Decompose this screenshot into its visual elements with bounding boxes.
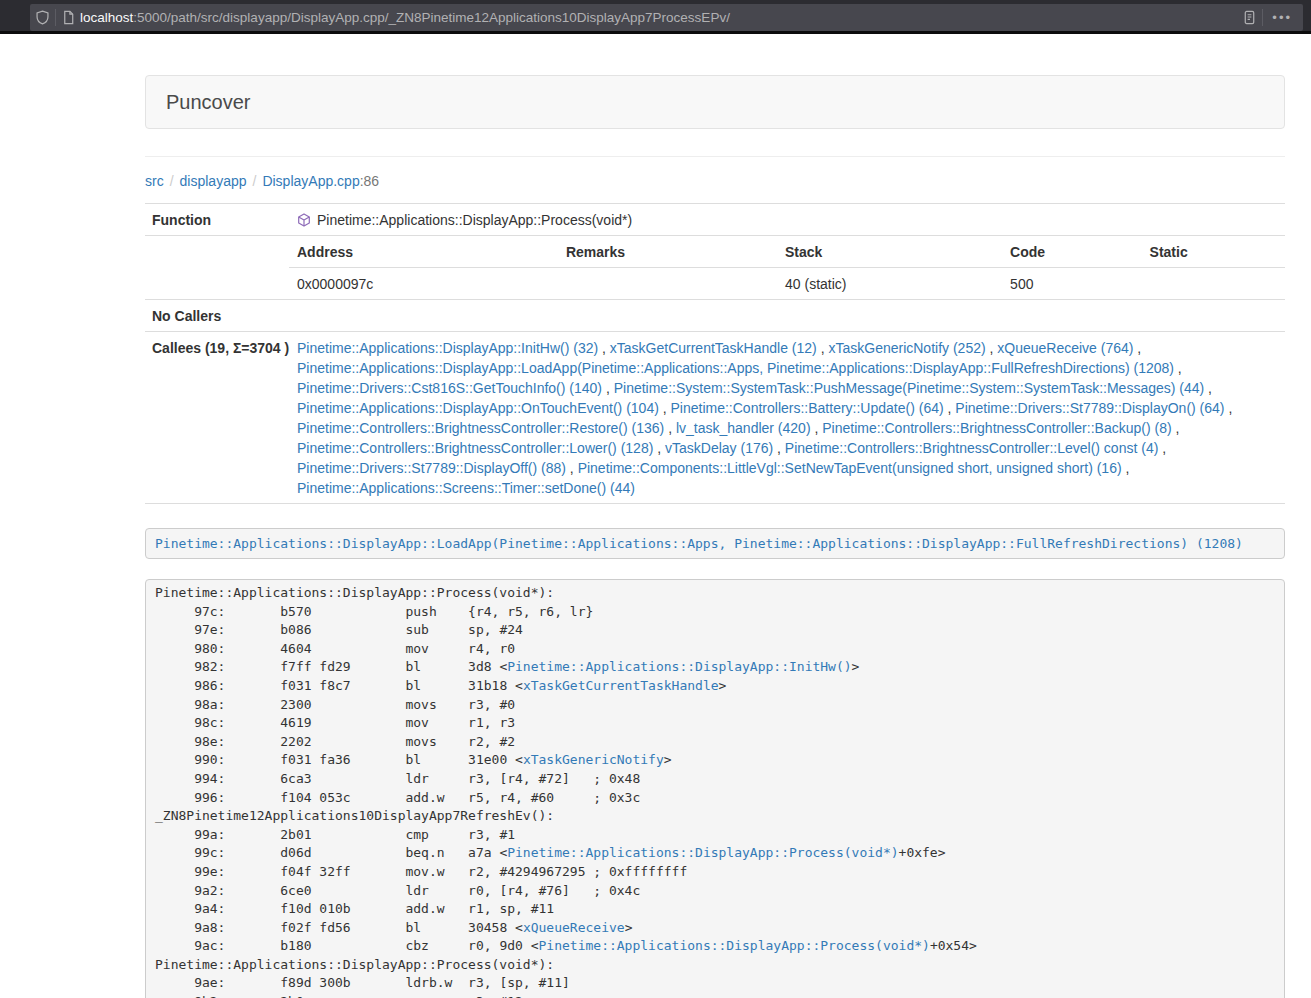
callee-link[interactable]: Pinetime::Drivers::St7789::DisplayOff() … <box>297 460 566 476</box>
function-name: Pinetime::Applications::DisplayApp::Proc… <box>317 212 632 228</box>
app-header-panel: Puncover <box>145 75 1285 129</box>
asm-symbol-link[interactable]: xQueueReceive <box>523 920 625 935</box>
url-path: :5000/path/src/displayapp/DisplayApp.cpp… <box>133 10 730 25</box>
url-text[interactable]: localhost:5000/path/src/displayapp/Displ… <box>80 10 1242 25</box>
callee-link[interactable]: Pinetime::Controllers::BrightnessControl… <box>785 440 1158 456</box>
detail-values-row: 0x0000097c 40 (static) 500 <box>289 268 1285 300</box>
reader-mode-icon[interactable] <box>1242 10 1257 25</box>
urlbar-separator-2 <box>1262 9 1263 26</box>
callee-link[interactable]: xQueueReceive (764) <box>997 340 1133 356</box>
col-stack: Stack <box>777 236 1002 268</box>
page-icon[interactable] <box>61 10 76 25</box>
loadapp-link[interactable]: Pinetime::Applications::DisplayApp::Load… <box>155 536 1243 551</box>
function-table: Function Pinetime::Applications::Display… <box>145 203 1285 504</box>
breadcrumb-file[interactable]: DisplayApp.cpp <box>262 173 359 189</box>
callee-link[interactable]: Pinetime::System::SystemTask::PushMessag… <box>614 380 1205 396</box>
asm-symbol-link[interactable]: xTaskGenericNotify <box>523 752 664 767</box>
function-row: Function Pinetime::Applications::Display… <box>145 204 1285 236</box>
asm-symbol-link[interactable]: Pinetime::Applications::DisplayApp::Proc… <box>539 938 930 953</box>
callee-link[interactable]: Pinetime::Controllers::BrightnessControl… <box>297 420 664 436</box>
disassembly: Pinetime::Applications::DisplayApp::Proc… <box>145 579 1285 998</box>
url-host: localhost <box>80 10 133 25</box>
detail-row: Address Remarks Stack Code Static 0x0000… <box>145 236 1285 300</box>
breadcrumb-displayapp[interactable]: displayapp <box>180 173 247 189</box>
stack-value: 40 (static) <box>777 268 1002 300</box>
callee-link[interactable]: Pinetime::Applications::Screens::Timer::… <box>297 480 635 496</box>
callee-link[interactable]: Pinetime::Drivers::St7789::DisplayOn() (… <box>955 400 1224 416</box>
callees-label: Callees (19, Σ=3704 ) <box>145 332 289 504</box>
col-remarks: Remarks <box>558 236 777 268</box>
breadcrumb-src[interactable]: src <box>145 173 164 189</box>
callee-link[interactable]: xTaskGenericNotify (252) <box>828 340 985 356</box>
callee-link[interactable]: Pinetime::Controllers::BrightnessControl… <box>822 420 1171 436</box>
url-bar[interactable]: localhost:5000/path/src/displayapp/Displ… <box>30 4 1303 31</box>
function-detail-table: Address Remarks Stack Code Static 0x0000… <box>289 236 1285 299</box>
callee-link[interactable]: xTaskGetCurrentTaskHandle (12) <box>610 340 817 356</box>
asm-symbol-link[interactable]: Pinetime::Applications::DisplayApp::Init… <box>507 659 851 674</box>
page-actions-icon[interactable]: ••• <box>1272 10 1292 25</box>
callee-link[interactable]: Pinetime::Controllers::BrightnessControl… <box>297 440 653 456</box>
callees-row: Callees (19, Σ=3704 ) Pinetime::Applicat… <box>145 332 1285 504</box>
address-value: 0x0000097c <box>289 268 558 300</box>
code-value: 500 <box>1002 268 1141 300</box>
callee-link[interactable]: Pinetime::Components::LittleVgl::SetNewT… <box>578 460 1122 476</box>
static-value <box>1142 268 1285 300</box>
shield-icon[interactable] <box>35 10 50 25</box>
asm-symbol-link[interactable]: xTaskGetCurrentTaskHandle <box>523 678 719 693</box>
page: Puncover src/displayapp/DisplayApp.cpp:8… <box>0 75 1311 998</box>
breadcrumb: src/displayapp/DisplayApp.cpp:86 <box>145 157 1285 189</box>
callee-link[interactable]: Pinetime::Applications::DisplayApp::OnTo… <box>297 400 659 416</box>
col-static: Static <box>1142 236 1285 268</box>
col-code: Code <box>1002 236 1141 268</box>
symbol-cube-icon <box>297 213 311 227</box>
callee-link[interactable]: Pinetime::Controllers::Battery::Update()… <box>671 400 944 416</box>
callers-row: No Callers <box>145 300 1285 332</box>
page-title: Puncover <box>166 91 1264 113</box>
callee-link[interactable]: Pinetime::Drivers::Cst816S::GetTouchInfo… <box>297 380 602 396</box>
function-name-cell: Pinetime::Applications::DisplayApp::Proc… <box>289 204 1285 236</box>
col-address: Address <box>289 236 558 268</box>
browser-toolbar: localhost:5000/path/src/displayapp/Displ… <box>0 0 1311 34</box>
remarks-value <box>558 268 777 300</box>
code-link-panel: Pinetime::Applications::DisplayApp::Load… <box>145 528 1285 559</box>
callee-link[interactable]: Pinetime::Applications::DisplayApp::Load… <box>297 360 1174 376</box>
breadcrumb-line-number: :86 <box>360 173 379 189</box>
function-label: Function <box>145 204 289 236</box>
callee-link[interactable]: vTaskDelay (176) <box>665 440 773 456</box>
callees-list: Pinetime::Applications::DisplayApp::Init… <box>289 332 1285 504</box>
no-callers-label: No Callers <box>145 300 289 332</box>
callee-link[interactable]: Pinetime::Applications::DisplayApp::Init… <box>297 340 598 356</box>
callee-link[interactable]: lv_task_handler (420) <box>676 420 811 436</box>
asm-symbol-link[interactable]: Pinetime::Applications::DisplayApp::Proc… <box>507 845 898 860</box>
urlbar-separator <box>55 9 56 26</box>
